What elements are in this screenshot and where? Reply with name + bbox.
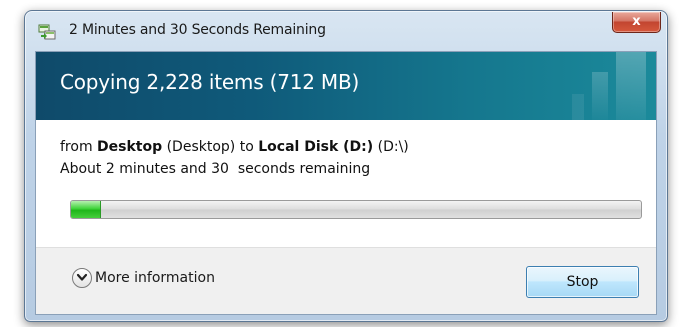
source-destination-line: from Desktop (Desktop) to Local Disk (D:… bbox=[60, 136, 409, 158]
chevron-down-icon[interactable] bbox=[72, 268, 92, 288]
title-bar[interactable]: 2 Minutes and 30 Seconds Remaining x bbox=[25, 11, 667, 51]
progress-fill bbox=[71, 201, 101, 218]
banner-decoration bbox=[616, 52, 646, 120]
destination-name: Local Disk (D:) bbox=[258, 139, 374, 155]
progress-bar bbox=[70, 200, 642, 219]
more-information-toggle[interactable]: More information bbox=[72, 266, 215, 290]
copy-files-icon bbox=[38, 24, 56, 40]
dialog-content: Copying 2,228 items (712 MB) from Deskto… bbox=[35, 51, 657, 315]
stop-button[interactable]: Stop bbox=[526, 266, 639, 298]
dialog-footer: More information Stop bbox=[36, 247, 656, 314]
more-information-label[interactable]: More information bbox=[95, 270, 215, 286]
close-button[interactable]: x bbox=[612, 12, 661, 33]
copy-status-heading: Copying 2,228 items (712 MB) bbox=[60, 70, 360, 94]
to-label: to bbox=[239, 139, 254, 155]
header-banner: Copying 2,228 items (712 MB) bbox=[36, 52, 656, 120]
copy-dialog-window: 2 Minutes and 30 Seconds Remaining x Cop… bbox=[24, 10, 668, 322]
destination-path: (D:\) bbox=[377, 139, 409, 155]
window-title: 2 Minutes and 30 Seconds Remaining bbox=[69, 22, 326, 38]
time-remaining-text: About 2 minutes and 30 seconds remaining bbox=[60, 161, 371, 177]
source-path: (Desktop) bbox=[166, 139, 236, 155]
copy-details: from Desktop (Desktop) to Local Disk (D:… bbox=[60, 136, 409, 180]
banner-decoration bbox=[592, 72, 608, 120]
from-label: from bbox=[60, 139, 93, 155]
close-x-icon: x bbox=[632, 14, 641, 29]
banner-decoration bbox=[572, 94, 584, 120]
source-name: Desktop bbox=[97, 139, 163, 155]
